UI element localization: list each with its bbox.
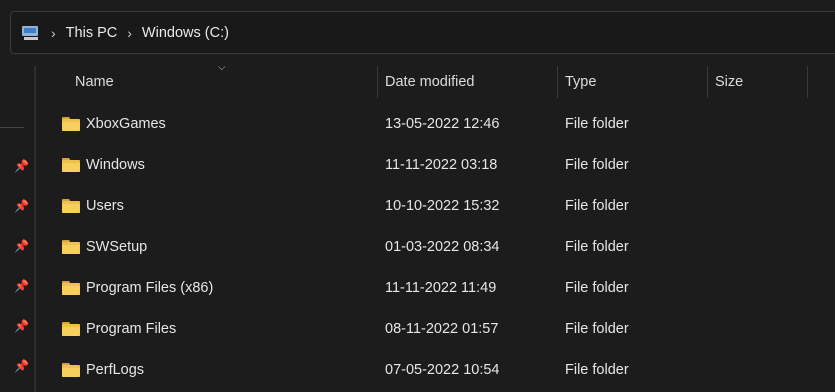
nav-pane-divider [0, 127, 24, 128]
column-size[interactable]: Size [715, 66, 743, 99]
file-type: File folder [565, 198, 629, 214]
address-bar[interactable]: › This PC › Windows (C:) [10, 11, 835, 54]
column-divider[interactable] [707, 66, 708, 98]
file-type: File folder [565, 239, 629, 255]
file-type: File folder [565, 321, 629, 337]
column-type[interactable]: Type [565, 66, 596, 99]
file-date-modified: 11-11-2022 11:49 [385, 280, 497, 296]
file-name: Windows [86, 157, 145, 173]
table-row[interactable]: Windows 11-11-2022 03:18 File folder [36, 145, 835, 186]
chevron-down-icon: ⌵ [218, 62, 226, 73]
file-date-modified: 07-05-2022 10:54 [385, 362, 500, 378]
pin-icon[interactable]: 📌 [14, 319, 29, 333]
file-type: File folder [565, 116, 629, 132]
folder-icon [62, 240, 80, 254]
folder-icon [62, 281, 80, 295]
table-row[interactable]: XboxGames 13-05-2022 12:46 File folder [36, 104, 835, 145]
pin-icon[interactable]: 📌 [14, 159, 29, 173]
file-name: SWSetup [86, 239, 148, 255]
file-type: File folder [565, 280, 629, 296]
file-date-modified: 13-05-2022 12:46 [385, 116, 500, 132]
chevron-right-icon[interactable]: › [51, 25, 56, 41]
file-date-modified: 08-11-2022 01:57 [385, 321, 499, 337]
pin-icon[interactable]: 📌 [14, 359, 29, 373]
table-row[interactable]: Program Files (x86) 11-11-2022 11:49 File … [36, 268, 835, 309]
breadcrumb-this-pc[interactable]: This PC [66, 25, 118, 41]
file-name: XboxGames [86, 116, 166, 132]
folder-icon [62, 158, 80, 172]
table-row[interactable]: SWSetup 01-03-2022 08:34 File folder [36, 227, 835, 268]
pin-icon[interactable]: 📌 [14, 279, 29, 293]
file-date-modified: 11-11-2022 03:18 [385, 157, 498, 173]
file-type: File folder [565, 362, 629, 378]
file-date-modified: 10-10-2022 15:32 [385, 198, 500, 214]
folder-icon [62, 363, 80, 377]
file-type: File folder [565, 157, 629, 173]
table-row[interactable]: PerfLogs 07-05-2022 10:54 File folder [36, 350, 835, 391]
pin-icon[interactable]: 📌 [14, 239, 29, 253]
column-header: ⌵ Name Date modified Type Size [36, 62, 835, 99]
folder-icon [62, 199, 80, 213]
column-divider[interactable] [377, 66, 378, 98]
file-name: Program Files [86, 321, 177, 337]
column-date-modified[interactable]: Date modified [385, 66, 474, 99]
breadcrumb-windows-c[interactable]: Windows (C:) [142, 25, 229, 41]
folder-icon [62, 322, 80, 336]
table-row[interactable]: Users 10-10-2022 15:32 File folder [36, 186, 835, 227]
column-name[interactable]: Name [75, 66, 114, 99]
column-divider[interactable] [557, 66, 558, 98]
folder-icon [62, 117, 80, 131]
pin-icon[interactable]: 📌 [14, 199, 29, 213]
file-name: PerfLogs [86, 362, 145, 378]
pc-icon [21, 24, 41, 42]
file-name: Users [86, 198, 124, 214]
file-name: Program Files (x86) [86, 280, 214, 296]
chevron-right-icon[interactable]: › [127, 25, 132, 41]
table-row[interactable]: Program Files 08-11-2022 01:57 File folder [36, 309, 835, 350]
file-date-modified: 01-03-2022 08:34 [385, 239, 500, 255]
column-divider[interactable] [807, 66, 808, 98]
